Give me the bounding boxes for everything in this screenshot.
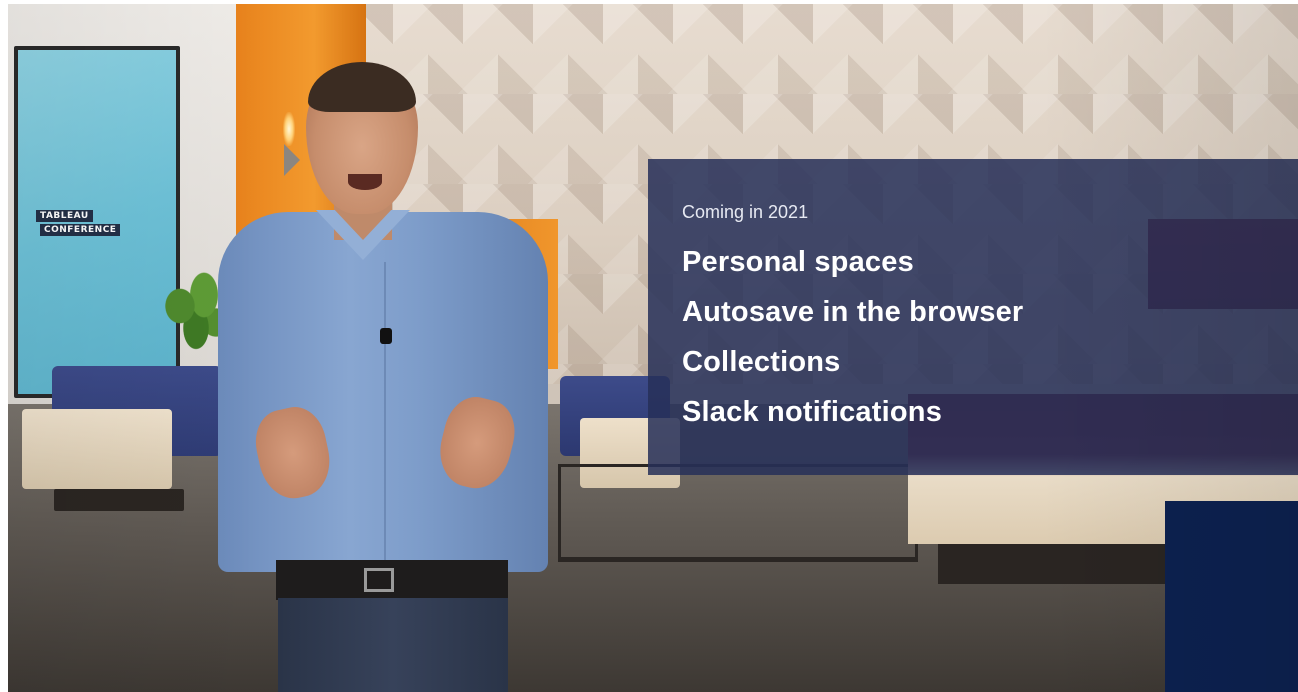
belt-buckle (364, 568, 394, 592)
feature-item: Autosave in the browser (682, 295, 1024, 328)
coffee-table (558, 464, 918, 562)
logo-line-conference: CONFERENCE (40, 224, 121, 236)
logo-line-tableau: TABLEAU (36, 210, 93, 222)
presenter-shirt (218, 212, 548, 572)
feature-list: Personal spaces Autosave in the browser … (682, 237, 1298, 437)
armchair-base (54, 489, 184, 511)
cream-armchair-left (22, 409, 172, 489)
overlay-kicker: Coming in 2021 (682, 202, 809, 222)
presenter (188, 62, 588, 692)
video-frame[interactable]: TABLEAU CONFERENCE Coming in 2021 Person… (8, 4, 1298, 692)
presenter-jeans (278, 598, 508, 692)
conference-logo: TABLEAU CONFERENCE (36, 210, 121, 238)
corner-brand-block (1165, 501, 1298, 692)
sofa-right-base (938, 544, 1178, 584)
lapel-mic-icon (380, 328, 392, 344)
feature-item: Collections (682, 345, 841, 378)
shirt-placket (384, 262, 386, 562)
feature-overlay-card: Coming in 2021 Personal spaces Autosave … (648, 159, 1298, 475)
presenter-mouth (348, 174, 382, 190)
feature-item: Slack notifications (682, 395, 943, 428)
presenter-hair (308, 62, 416, 112)
feature-item: Personal spaces (682, 245, 914, 278)
